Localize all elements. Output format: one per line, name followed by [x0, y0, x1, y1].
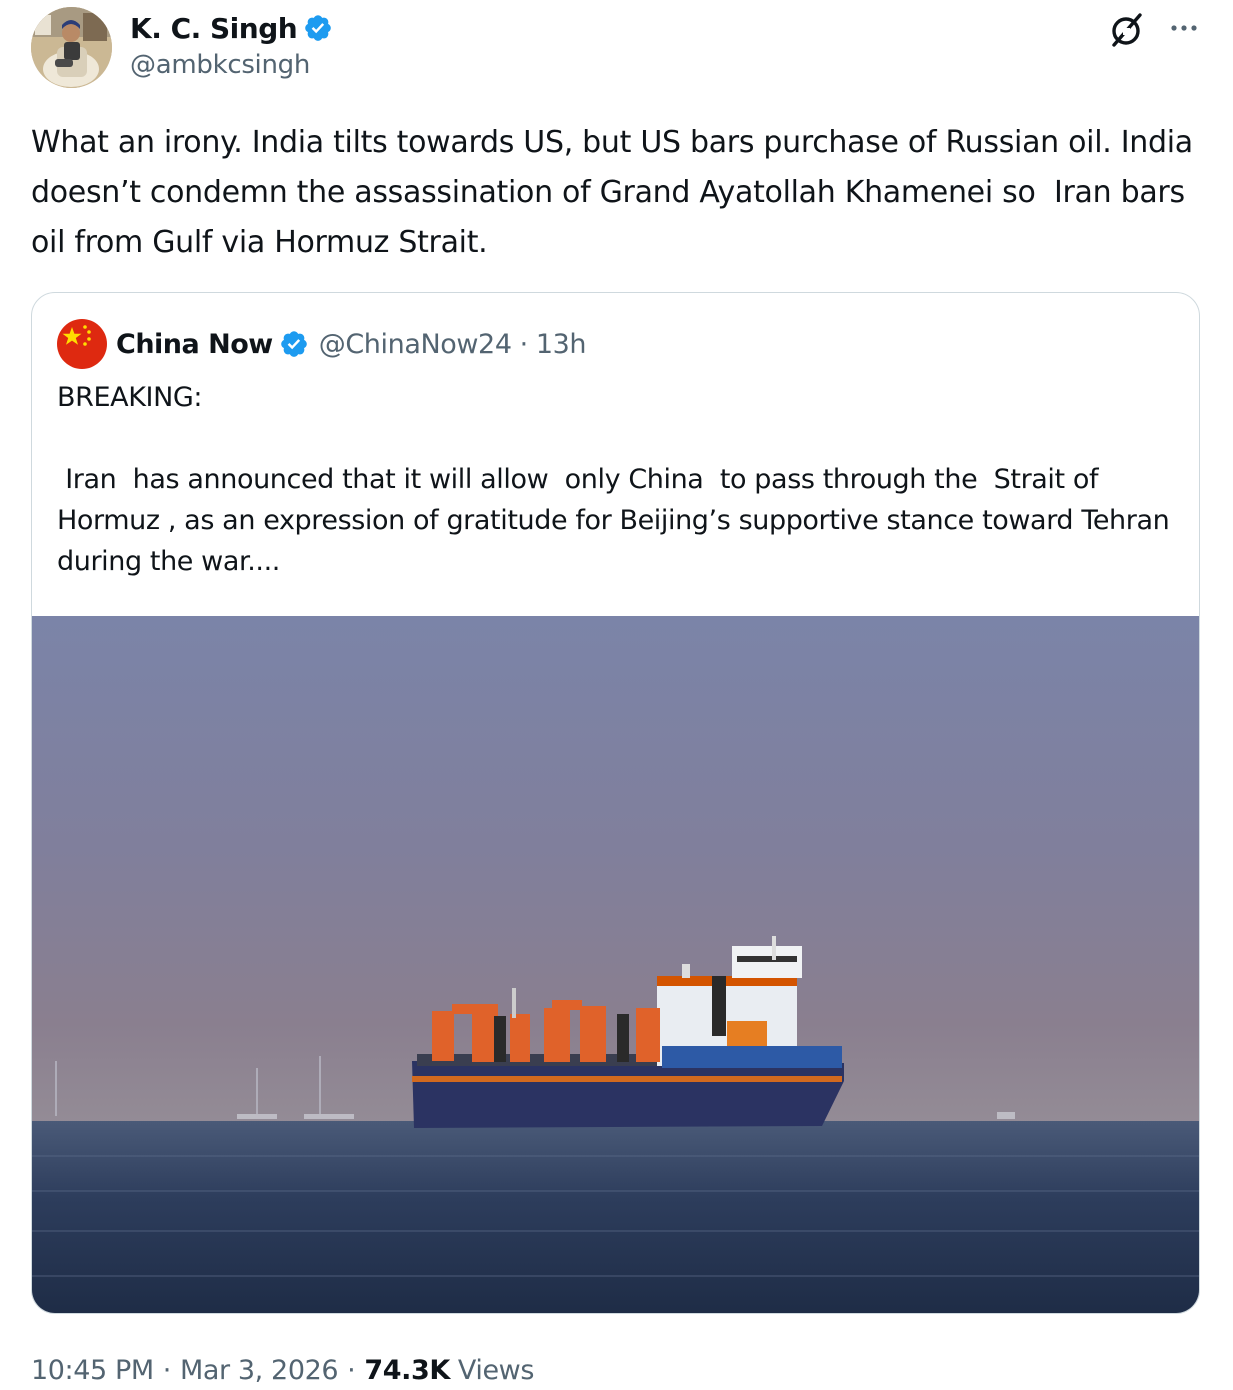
quoted-tweet-text: BREAKING: Iran has announced that it wil…: [57, 382, 1170, 577]
post-time[interactable]: 10:45 PM: [31, 1355, 154, 1386]
quoted-header: China Now @ChinaNow24 · 13h: [116, 323, 586, 365]
views-count: 74.3K: [364, 1354, 450, 1386]
quoted-tweet-card[interactable]: China Now @ChinaNow24 · 13h BREAKING: Ir…: [31, 292, 1200, 1314]
separator-dot: ·: [162, 1354, 172, 1386]
views-label: Views: [457, 1354, 535, 1386]
more-icon[interactable]: [1166, 12, 1202, 48]
verified-badge-icon: [280, 331, 307, 357]
verified-badge-icon: [305, 15, 332, 41]
quoted-avatar: [57, 319, 107, 369]
author-avatar[interactable]: [31, 7, 112, 88]
quoted-author-name[interactable]: China Now: [116, 329, 273, 360]
china-flag-icon: [57, 319, 107, 369]
tweet-footer: 10:45 PM · Mar 3, 2026 · 74.3K Views: [31, 1348, 534, 1390]
tweet-text: What an irony. India tilts towards US, b…: [31, 125, 1203, 260]
grok-icon[interactable]: [1106, 10, 1146, 50]
author-handle[interactable]: @ambkcsingh: [130, 50, 310, 80]
quoted-timestamp[interactable]: 13h: [536, 329, 587, 360]
quoted-author-handle[interactable]: @ChinaNow24: [319, 329, 512, 360]
ship-photo[interactable]: [32, 616, 1200, 1314]
separator-dot: ·: [519, 328, 529, 360]
author-name-row: K. C. Singh: [130, 8, 333, 48]
post-date[interactable]: Mar 3, 2026: [180, 1355, 339, 1386]
author-name[interactable]: K. C. Singh: [130, 12, 298, 45]
separator-dot: ·: [347, 1354, 356, 1386]
avatar-photo: [31, 7, 112, 88]
